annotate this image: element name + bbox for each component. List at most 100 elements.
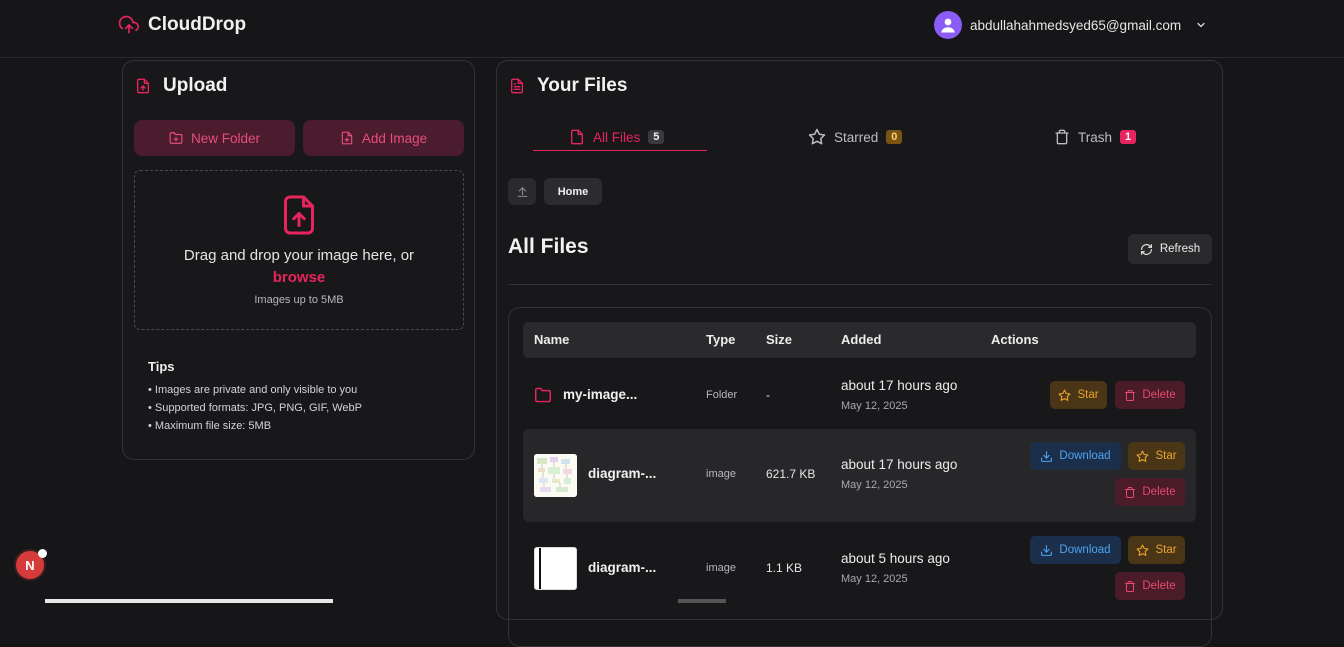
file-upload-icon: [137, 78, 149, 94]
star-button[interactable]: Star: [1128, 536, 1185, 564]
star-button[interactable]: Star: [1050, 381, 1107, 409]
delete-button[interactable]: Delete: [1115, 478, 1185, 506]
file-type: image: [706, 468, 736, 480]
added-relative: about 5 hours ago: [841, 551, 950, 566]
file-name[interactable]: my-image...: [563, 387, 637, 402]
image-thumbnail[interactable]: [534, 547, 577, 590]
tab-trash[interactable]: Trash 1: [1054, 123, 1137, 151]
tab-label: Starred: [834, 129, 879, 145]
count-badge: 5: [648, 130, 665, 144]
added-date: May 12, 2025: [841, 400, 908, 412]
delete-button[interactable]: Delete: [1115, 572, 1185, 600]
added-date: May 12, 2025: [841, 479, 908, 491]
arrow-up-icon: [517, 187, 527, 197]
file-type: Folder: [706, 389, 738, 401]
trash-icon: [1125, 580, 1136, 592]
file-size: 1.1 KB: [766, 561, 803, 575]
refresh-button[interactable]: Refresh: [1128, 234, 1212, 264]
file-plus-icon: [341, 131, 353, 145]
folder-icon: [535, 387, 551, 403]
tab-label: Trash: [1078, 129, 1113, 145]
dropzone[interactable]: Drag and drop your image here, or browse…: [134, 170, 464, 330]
active-tab-indicator: [533, 150, 707, 151]
files-title: Your Files: [537, 75, 628, 96]
table-row[interactable]: diagram-... image 621.7 KB about 17 hour…: [523, 429, 1196, 522]
app-name: CloudDrop: [148, 14, 247, 35]
breadcrumb-home[interactable]: Home: [544, 178, 602, 205]
added-relative: about 17 hours ago: [841, 378, 958, 393]
download-button[interactable]: Download: [1030, 442, 1121, 470]
browse-link[interactable]: browse: [135, 269, 463, 286]
file-name[interactable]: diagram-...: [588, 560, 656, 575]
files-header: Your Files: [509, 75, 627, 97]
delete-label: Delete: [1142, 389, 1176, 401]
tips-section: Tips • Images are private and only visib…: [148, 359, 362, 435]
col-actions: Actions: [991, 332, 1039, 347]
col-type: Type: [706, 332, 736, 347]
folder-plus-icon: [169, 132, 183, 144]
trash-icon: [1125, 389, 1136, 401]
tip-item: • Supported formats: JPG, PNG, GIF, WebP: [148, 402, 362, 414]
col-name: Name: [534, 332, 570, 347]
file-text-icon: [511, 78, 523, 94]
refresh-label: Refresh: [1159, 243, 1201, 255]
table-row[interactable]: my-image... Folder - about 17 hours ago …: [523, 366, 1196, 426]
files-table: Name Type Size Added Actions my-image...…: [508, 307, 1212, 647]
delete-label: Delete: [1142, 580, 1176, 592]
bottom-strip: [45, 599, 333, 603]
trash-icon: [1055, 129, 1069, 145]
delete-button[interactable]: Delete: [1115, 381, 1185, 409]
tip-item: • Maximum file size: 5MB: [148, 420, 272, 432]
top-nav: CloudDrop abdullahahmedsyed65@gmail.com: [0, 0, 1344, 58]
tab-starred[interactable]: Starred 0: [808, 123, 903, 151]
new-folder-label: New Folder: [190, 130, 261, 146]
star-button[interactable]: Star: [1128, 442, 1185, 470]
col-added: Added: [841, 332, 882, 347]
app-logo[interactable]: CloudDrop: [118, 14, 246, 36]
tab-label: All Files: [593, 129, 641, 145]
tab-all-files[interactable]: All Files 5: [569, 123, 665, 151]
download-icon: [1041, 544, 1053, 556]
download-icon: [1041, 450, 1053, 462]
user-menu[interactable]: abdullahahmedsyed65@gmail.com: [934, 11, 1207, 39]
chevron-down-icon[interactable]: [1195, 19, 1207, 31]
count-badge: 0: [886, 130, 903, 144]
bottom-strip: [678, 599, 726, 603]
file-icon: [571, 129, 583, 145]
star-icon: [1058, 389, 1071, 401]
col-size: Size: [766, 332, 793, 347]
dropzone-text: Drag and drop your image here, or: [183, 247, 415, 264]
user-email: abdullahahmedsyed65@gmail.com: [970, 17, 1182, 33]
file-size: -: [766, 388, 770, 402]
image-thumbnail[interactable]: [534, 454, 577, 497]
divider: [508, 284, 1212, 285]
file-name[interactable]: diagram-...: [588, 466, 656, 481]
trash-icon: [1125, 486, 1136, 498]
add-image-button[interactable]: Add Image: [303, 120, 464, 156]
dev-badge-letter: N: [25, 557, 35, 573]
upload-panel: Upload New Folder Add Image Drag and dro…: [122, 60, 475, 460]
file-upload-large-icon: [284, 195, 314, 235]
add-image-label: Add Image: [361, 130, 428, 146]
added-date: May 12, 2025: [841, 573, 908, 585]
navigate-up-button[interactable]: [508, 178, 536, 205]
refresh-icon: [1140, 243, 1152, 255]
dev-status-dot: [38, 549, 47, 558]
added-relative: about 17 hours ago: [841, 457, 958, 472]
new-folder-button[interactable]: New Folder: [134, 120, 295, 156]
download-button[interactable]: Download: [1030, 536, 1121, 564]
count-badge: 1: [1120, 130, 1137, 144]
upload-header: Upload: [135, 75, 227, 97]
star-icon: [808, 128, 826, 145]
dropzone-hint: Images up to 5MB: [254, 294, 344, 306]
cloud-upload-icon: [118, 15, 140, 34]
file-type: image: [706, 562, 736, 574]
table-row[interactable]: diagram-... image 1.1 KB about 5 hours a…: [523, 530, 1196, 623]
star-icon: [1136, 450, 1149, 462]
star-label: Star: [1077, 389, 1099, 401]
upload-title: Upload: [163, 75, 228, 96]
star-icon: [1136, 544, 1149, 556]
star-label: Star: [1155, 544, 1177, 556]
files-panel: Your Files All Files 5 Starred 0 Trash 1…: [496, 60, 1223, 647]
user-avatar-icon[interactable]: [934, 11, 962, 39]
